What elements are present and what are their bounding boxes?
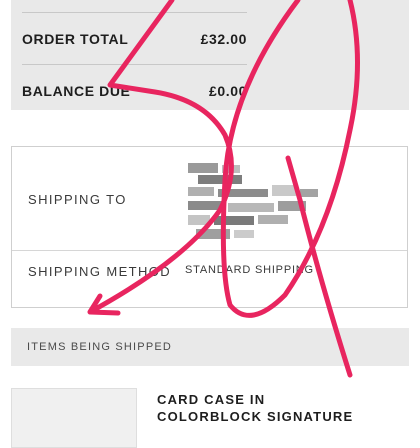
balance-due-label: BALANCE DUE [22,83,131,99]
shipping-method-value: STANDARD SHIPPING [185,264,314,276]
shipping-method-label: SHIPPING METHOD [28,264,172,279]
order-total-row: ORDER TOTAL £32.00 [22,31,247,47]
product-thumbnail[interactable] [11,388,137,448]
items-header-label: ITEMS BEING SHIPPED [27,341,173,353]
summary-divider [22,12,247,13]
summary-divider [22,64,247,65]
shipping-details-card: SHIPPING TO SHIPPING METHOD STANDARD SHI… [11,146,408,308]
redacted-address [188,163,328,241]
shipping-divider [12,250,407,251]
order-total-label: ORDER TOTAL [22,31,129,47]
order-summary-panel: ORDER TOTAL £32.00 BALANCE DUE £0.00 [11,0,409,110]
balance-due-row: BALANCE DUE £0.00 [22,83,247,99]
shipping-to-label: SHIPPING TO [28,192,127,207]
items-being-shipped-header: ITEMS BEING SHIPPED [11,328,409,366]
balance-due-value: £0.00 [208,83,247,99]
order-total-value: £32.00 [200,31,247,47]
